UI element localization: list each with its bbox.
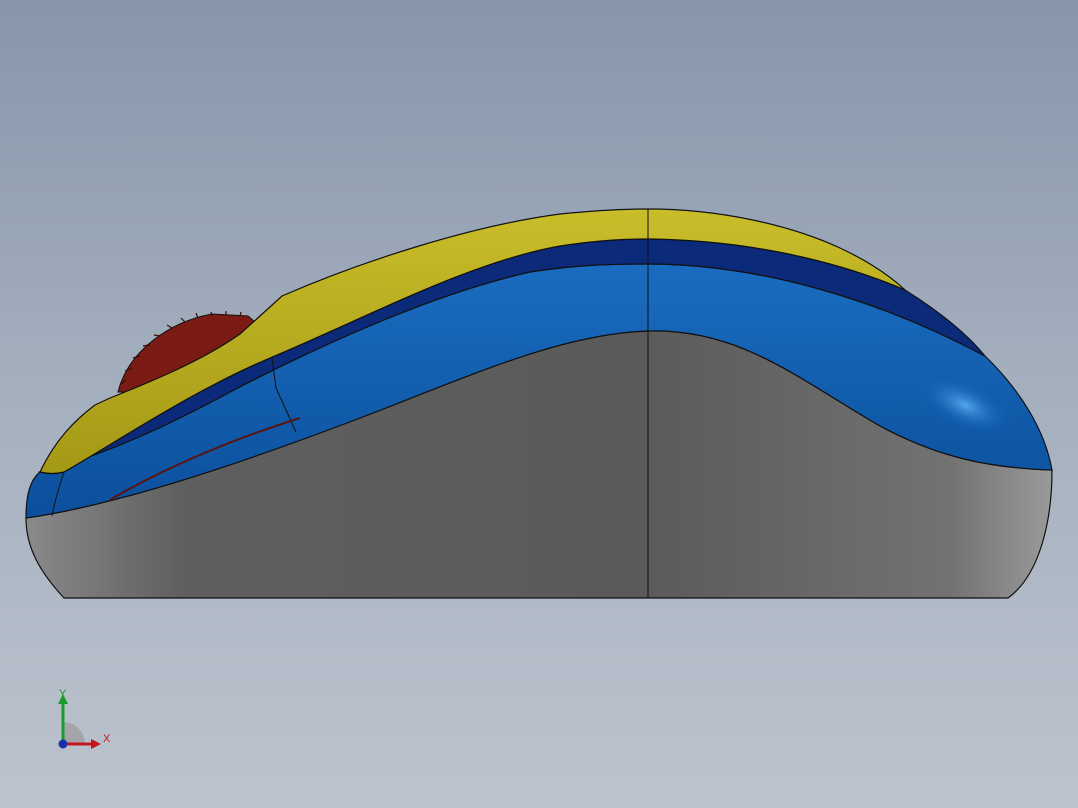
graphics-viewport[interactable]: Y X <box>0 0 1078 808</box>
mouse-3d-model[interactable] <box>0 0 1078 808</box>
z-axis-dot <box>58 739 68 749</box>
y-axis-label: Y <box>59 688 67 700</box>
x-axis-arrowhead <box>91 739 101 749</box>
x-axis-label: X <box>103 733 111 745</box>
triad-plane <box>63 722 85 744</box>
